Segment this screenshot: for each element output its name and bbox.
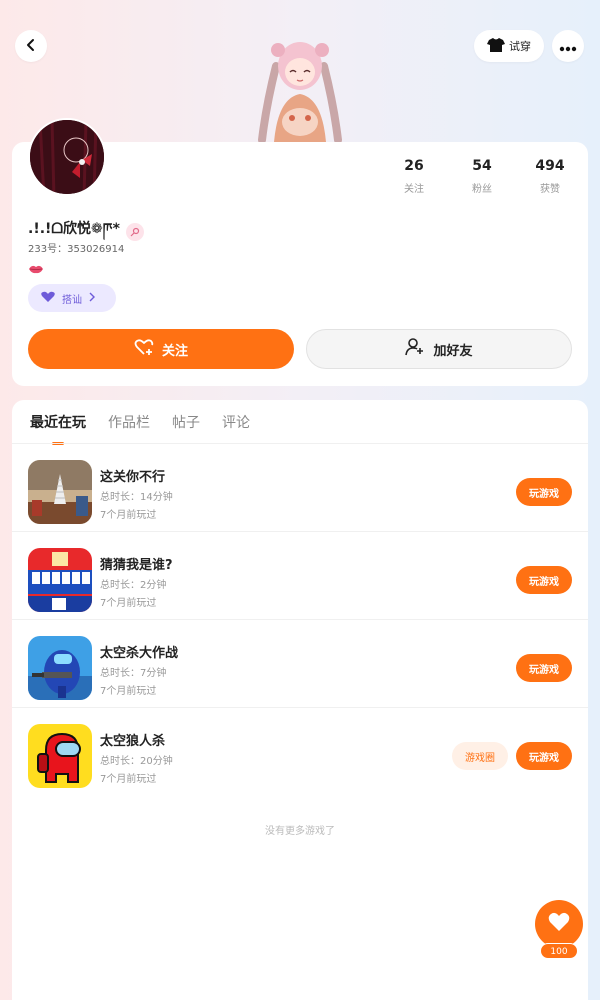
game-duration: 总时长：20分钟 — [100, 756, 173, 767]
game-row[interactable]: 猜猜我是谁? 总时长：2分钟 7个月前玩过 玩游戏 — [12, 532, 588, 620]
game-thumbnail[interactable] — [28, 548, 92, 612]
tag-label: 搭讪 — [62, 294, 82, 306]
back-button[interactable] — [15, 30, 47, 62]
add-friend-button[interactable]: 加好友 — [306, 329, 572, 369]
tab-works[interactable]: 作品栏 — [108, 412, 150, 442]
more-dots-icon — [559, 37, 577, 56]
follow-label: 关注 — [161, 343, 188, 359]
stat-likes-label: 获赞 — [540, 184, 560, 195]
game-title: 猜猜我是谁? — [100, 558, 173, 573]
try-on-label: 试穿 — [509, 40, 531, 53]
game-thumbnail[interactable] — [28, 636, 92, 700]
game-last-played: 7个月前玩过 — [100, 774, 157, 785]
heart-plus-icon — [134, 338, 154, 360]
game-last-played: 7个月前玩过 — [100, 686, 157, 697]
chevron-right-icon — [88, 292, 96, 305]
back-arrow-icon — [24, 37, 38, 56]
game-duration: 总时长：14分钟 — [100, 492, 173, 503]
tab-recent-games[interactable]: 最近在玩 — [30, 412, 86, 445]
play-game-button[interactable]: 玩游戏 — [516, 654, 572, 682]
like-button[interactable] — [535, 900, 583, 948]
game-title: 太空杀大作战 — [100, 646, 179, 661]
tab-posts[interactable]: 帖子 — [172, 412, 200, 442]
play-game-button[interactable]: 玩游戏 — [516, 566, 572, 594]
game-duration: 总时长：7分钟 — [100, 668, 167, 679]
game-last-played: 7个月前玩过 — [100, 598, 157, 609]
play-game-button[interactable]: 玩游戏 — [516, 478, 572, 506]
more-button[interactable] — [552, 30, 584, 62]
character-avatar[interactable] — [248, 36, 352, 146]
profile-stats: 26 关注 54 粉丝 494 获赞 — [398, 158, 566, 195]
add-user-icon — [405, 338, 425, 360]
add-friend-label: 加好友 — [433, 343, 473, 359]
game-title: 太空狼人杀 — [100, 734, 166, 749]
game-circle-button[interactable]: 游戏圈 — [452, 742, 508, 770]
lips-icon — [28, 260, 44, 279]
tab-comments[interactable]: 评论 — [222, 412, 250, 442]
stat-fans-count: 54 — [472, 158, 492, 174]
content-tabs: 最近在玩 作品栏 帖子 评论 — [30, 412, 250, 445]
try-on-button[interactable]: 试穿 — [474, 30, 544, 62]
content-card: 最近在玩 作品栏 帖子 评论 这关你不行 总时长：14分钟 7个月前玩过 玩游戏 — [12, 400, 588, 1000]
follow-button[interactable]: 关注 — [28, 329, 294, 369]
heart-icon — [548, 912, 570, 936]
shirt-icon — [487, 37, 505, 56]
stat-following-count: 26 — [404, 158, 424, 174]
stat-following-label: 关注 — [404, 184, 424, 195]
game-duration: 总时长：2分钟 — [100, 580, 167, 591]
game-last-played: 7个月前玩过 — [100, 510, 157, 521]
stat-fans[interactable]: 54 粉丝 — [466, 158, 498, 195]
game-row[interactable]: 太空狼人杀 总时长：20分钟 7个月前玩过 游戏圈 玩游戏 — [12, 708, 588, 796]
like-count: 100 — [540, 943, 578, 959]
game-thumbnail[interactable] — [28, 724, 92, 788]
play-game-button[interactable]: 玩游戏 — [516, 742, 572, 770]
no-more-games-text: 没有更多游戏了 — [265, 826, 335, 837]
game-row[interactable]: 这关你不行 总时长：14分钟 7个月前玩过 玩游戏 — [12, 444, 588, 532]
stat-fans-label: 粉丝 — [472, 184, 492, 195]
user-id: 233号：353026914 — [28, 244, 125, 255]
stat-likes[interactable]: 494 获赞 — [534, 158, 566, 195]
game-title: 这关你不行 — [100, 470, 166, 485]
key-badge-icon[interactable] — [125, 223, 144, 241]
heart-tag-icon — [40, 291, 56, 306]
stat-likes-count: 494 — [535, 158, 565, 174]
game-thumbnail[interactable] — [28, 460, 92, 524]
game-row[interactable]: 太空杀大作战 总时长：7分钟 7个月前玩过 玩游戏 — [12, 620, 588, 708]
stat-following[interactable]: 26 关注 — [398, 158, 430, 195]
chat-tag-chip[interactable]: 搭讪 — [28, 284, 116, 312]
avatar[interactable] — [28, 118, 106, 196]
